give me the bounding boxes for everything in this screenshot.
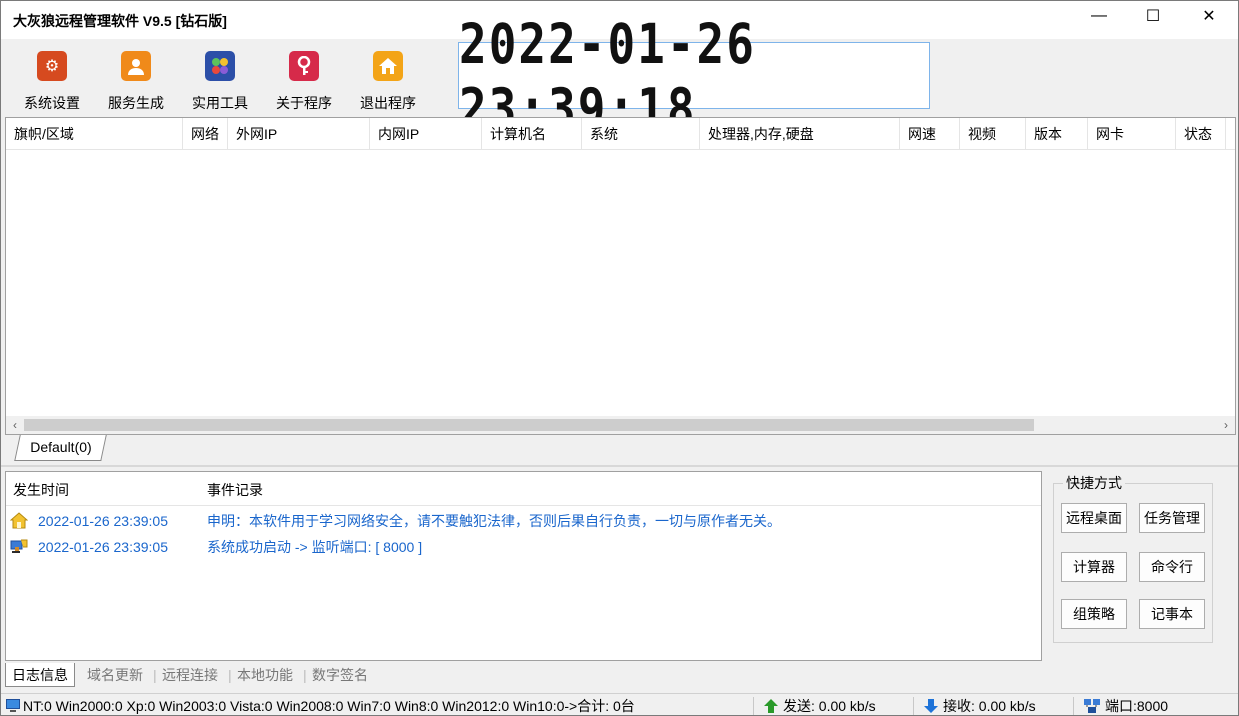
group-policy-button[interactable]: 组策略: [1061, 599, 1127, 629]
maximize-button[interactable]: ☐: [1125, 1, 1181, 31]
scrollbar-thumb[interactable]: [24, 419, 1034, 431]
tool-label: 系统设置: [24, 95, 80, 111]
remote-desktop-button[interactable]: 远程桌面: [1061, 503, 1127, 533]
tab-log-info[interactable]: 日志信息: [5, 663, 75, 687]
send-rate: 发送: 0.00 kb/s: [783, 698, 876, 714]
network-icon: [10, 538, 28, 556]
notepad-button[interactable]: 记事本: [1139, 599, 1205, 629]
receive-rate: 接收: 0.00 kb/s: [943, 698, 1036, 714]
tools-icon: [205, 51, 235, 81]
tab-separator: |: [228, 667, 232, 683]
command-line-button[interactable]: 命令行: [1139, 552, 1205, 582]
column-header[interactable]: 事件记录: [207, 472, 263, 506]
clock-display: 2022-01-26 23:39:18: [458, 11, 930, 140]
tool-label: 退出程序: [360, 95, 416, 111]
gear-icon: ⚙: [37, 51, 67, 81]
status-bar: NT:0 Win2000:0 Xp:0 Win2003:0 Vista:0 Wi…: [1, 693, 1238, 715]
tool-label: 服务生成: [108, 95, 164, 111]
column-header[interactable]: 外网IP: [228, 118, 370, 150]
tab-separator: |: [153, 667, 157, 683]
upload-arrow-icon: [763, 698, 779, 715]
column-header[interactable]: 处理器,内存,硬盘: [700, 118, 900, 150]
main-window: 大灰狼远程管理软件 V9.5 [钻石版] — ☐ ✕ ⚙ 系统设置 服务生成 实…: [0, 0, 1239, 716]
host-list[interactable]: 旗帜/区域 网络 外网IP 内网IP 计算机名 系统 处理器,内存,硬盘 网速 …: [5, 117, 1236, 435]
status-separator: [753, 697, 754, 715]
tab-digital-signature[interactable]: 数字签名: [312, 663, 368, 687]
build-service-button[interactable]: 服务生成: [97, 47, 173, 111]
task-manager-button[interactable]: 任务管理: [1139, 503, 1205, 533]
home-icon: [9, 512, 29, 530]
quick-actions-title: 快捷方式: [1063, 473, 1125, 493]
port-icon: [1083, 698, 1101, 715]
column-header[interactable]: 旗帜/区域: [6, 118, 183, 150]
log-header: 发生时间 事件记录: [6, 472, 1041, 506]
about-button[interactable]: 关于程序: [265, 47, 341, 111]
log-message: 系统成功启动 -> 监听端口: [ 8000 ]: [207, 539, 423, 555]
tab-remote-connect[interactable]: 远程连接: [162, 663, 218, 687]
column-header[interactable]: 网速: [900, 118, 960, 150]
log-list[interactable]: 发生时间 事件记录 2022-01-26 23:39:05 申明：本软件用于学习…: [5, 471, 1042, 661]
window-title: 大灰狼远程管理软件 V9.5 [钻石版]: [13, 13, 227, 29]
column-header[interactable]: 系统: [582, 118, 700, 150]
column-header[interactable]: 内网IP: [370, 118, 482, 150]
column-header[interactable]: 发生时间: [13, 472, 69, 506]
scroll-left-icon[interactable]: ‹: [6, 416, 24, 434]
log-row[interactable]: 2022-01-26 23:39:05 申明：本软件用于学习网络安全，请不要触犯…: [6, 508, 1041, 534]
os-count-text: NT:0 Win2000:0 Xp:0 Win2003:0 Vista:0 Wi…: [23, 698, 635, 714]
column-header[interactable]: 计算机名: [482, 118, 582, 150]
toolbar: ⚙ 系统设置 服务生成 实用工具 关于程序 退出程序 2022-01-26 23…: [1, 11, 1238, 140]
calculator-button[interactable]: 计算器: [1061, 552, 1127, 582]
key-icon: [289, 51, 319, 81]
host-list-header: 旗帜/区域 网络 外网IP 内网IP 计算机名 系统 处理器,内存,硬盘 网速 …: [6, 118, 1235, 150]
column-header[interactable]: 网络: [183, 118, 228, 150]
close-button[interactable]: ✕: [1181, 1, 1237, 31]
tool-label: 实用工具: [192, 95, 248, 111]
system-settings-button[interactable]: ⚙ 系统设置: [13, 47, 89, 111]
minimize-button[interactable]: —: [1071, 1, 1127, 31]
tool-label: 关于程序: [276, 95, 332, 111]
tab-domain-update[interactable]: 域名更新: [87, 663, 143, 687]
download-arrow-icon: [923, 698, 939, 715]
exit-button[interactable]: 退出程序: [349, 47, 425, 111]
column-header[interactable]: 视频: [960, 118, 1026, 150]
column-header[interactable]: 网卡: [1088, 118, 1176, 150]
tab-local-functions[interactable]: 本地功能: [237, 663, 293, 687]
horizontal-scrollbar[interactable]: ‹ ›: [6, 416, 1235, 434]
tab-label: Default(0): [30, 439, 92, 455]
log-time: 2022-01-26 23:39:05: [38, 513, 168, 529]
log-message: 申明：本软件用于学习网络安全，请不要触犯法律，否则后果自行负责，一切与原作者无关…: [207, 513, 781, 529]
column-header[interactable]: 版本: [1026, 118, 1088, 150]
splitter[interactable]: [1, 465, 1238, 467]
column-header[interactable]: 状态: [1176, 118, 1226, 150]
computer-icon: [5, 698, 21, 715]
scroll-right-icon[interactable]: ›: [1217, 416, 1235, 434]
log-time: 2022-01-26 23:39:05: [38, 539, 168, 555]
utilities-button[interactable]: 实用工具: [181, 47, 257, 111]
group-tab-strip: Default(0): [5, 435, 1236, 463]
tab-separator: |: [303, 667, 307, 683]
log-row[interactable]: 2022-01-26 23:39:05 系统成功启动 -> 监听端口: [ 80…: [6, 534, 1041, 560]
port-text: 端口:8000: [1105, 698, 1169, 714]
user-icon: [121, 51, 151, 81]
tab-default-group[interactable]: Default(0): [14, 435, 108, 461]
home-icon: [373, 51, 403, 81]
status-separator: [1073, 697, 1074, 715]
status-separator: [913, 697, 914, 715]
